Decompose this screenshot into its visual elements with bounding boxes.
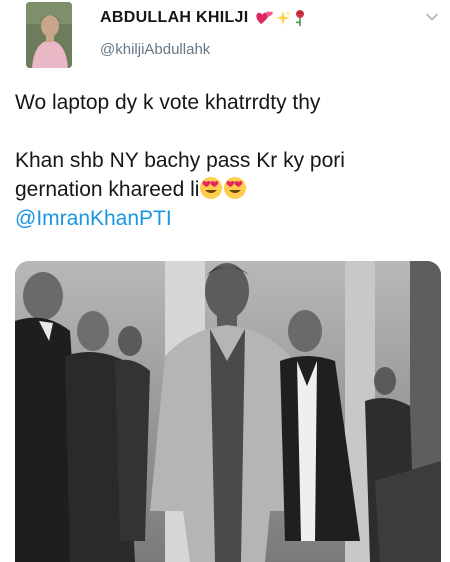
photo-icon xyxy=(15,261,441,562)
name-emojis xyxy=(255,9,307,27)
rose-icon xyxy=(295,10,304,26)
tweet-text: Wo laptop dy k vote khatrrdty thy Khan s… xyxy=(15,88,440,233)
tweet-photo[interactable] xyxy=(15,261,441,562)
author-display-name[interactable]: ABDULLAH KHILJI xyxy=(100,9,249,27)
avatar[interactable] xyxy=(26,2,72,68)
tweet-text-line-1: Wo laptop dy k vote khatrrdty thy xyxy=(15,91,321,114)
tweet-text-line-2: Khan shb NY bachy pass Kr ky pori xyxy=(15,149,345,172)
two-hearts-icon xyxy=(255,11,273,24)
heart-eyes-icon xyxy=(200,177,223,199)
sparkles-icon xyxy=(275,11,290,25)
mention-link[interactable]: @ImranKhanPTI xyxy=(15,204,440,233)
tweet-text-line-3-wrap: gernation khareed li xyxy=(15,175,440,204)
author-name-row: ABDULLAH KHILJI xyxy=(100,9,307,27)
chevron-down-icon[interactable] xyxy=(425,10,439,24)
author-handle[interactable]: @khiljiAbdullahk xyxy=(100,41,210,58)
heart-eyes-icon xyxy=(224,177,247,199)
tweet-text-line-3: gernation khareed li xyxy=(15,178,200,201)
